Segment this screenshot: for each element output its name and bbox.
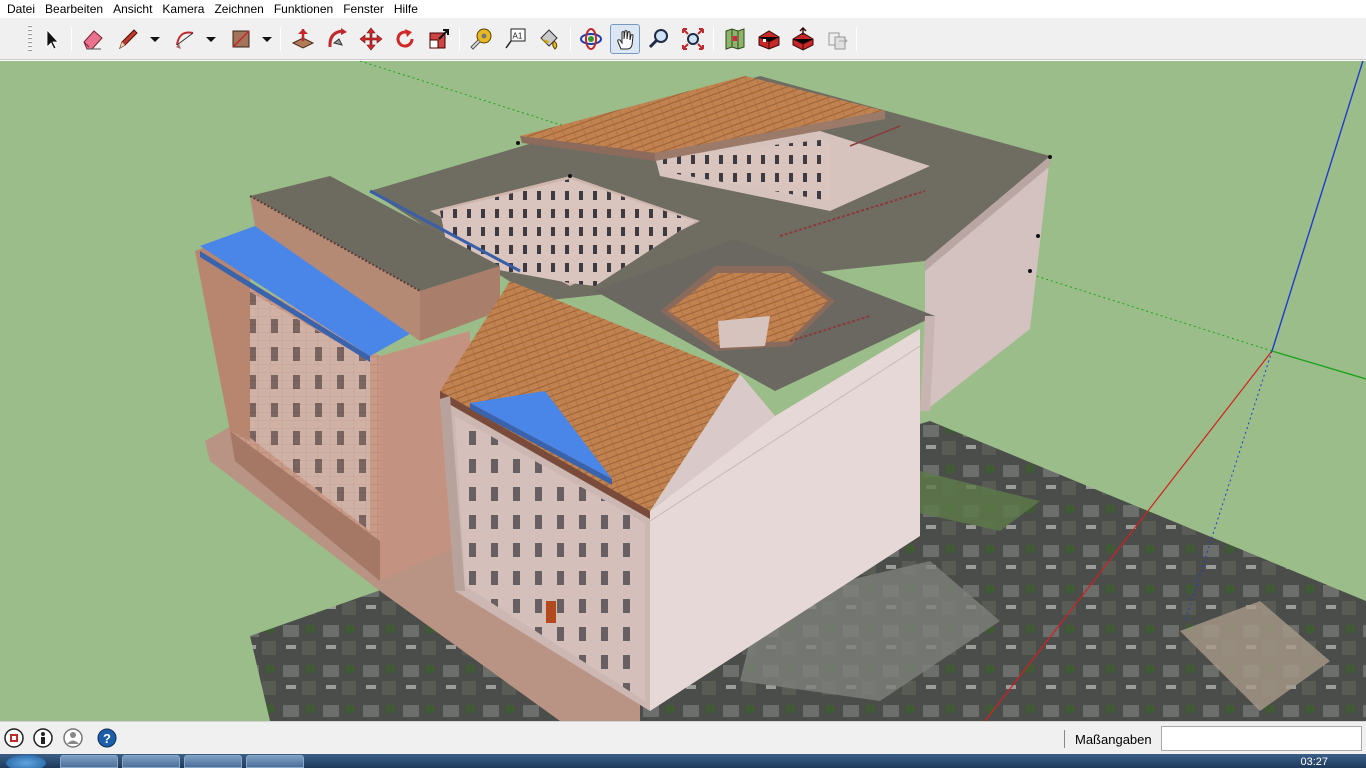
pencil-dropdown-arrow[interactable] xyxy=(148,31,162,47)
credits-status-icon[interactable] xyxy=(32,727,54,749)
toolbar-separator xyxy=(71,27,72,51)
menu-bar: Datei Bearbeiten Ansicht Kamera Zeichnen Funk… xyxy=(0,0,1366,18)
tape-measure-icon xyxy=(470,28,492,50)
magnifier-icon xyxy=(648,29,668,49)
taskbar-clock: 03:27 xyxy=(1300,756,1328,768)
orbit-icon xyxy=(580,28,602,50)
rectangle-dropdown-arrow[interactable] xyxy=(260,31,274,47)
arrow-cursor-icon xyxy=(46,28,59,50)
menu-item-ansicht[interactable]: Ansicht xyxy=(108,1,157,17)
zoom-extents-icon xyxy=(682,28,704,50)
push-pull-tool-button[interactable] xyxy=(288,24,318,54)
tape-measure-tool-button[interactable] xyxy=(466,24,496,54)
vertex-marker xyxy=(568,174,572,178)
move-icon xyxy=(359,27,383,51)
taskbar-explorer[interactable] xyxy=(122,755,180,768)
rotate-tool-button[interactable] xyxy=(390,24,420,54)
chevron-down-icon xyxy=(150,37,160,42)
menu-item-zeichnen[interactable]: Zeichnen xyxy=(209,1,268,17)
pan-tool-button[interactable] xyxy=(610,24,640,54)
toolbar-separator xyxy=(459,27,460,51)
eraser-icon xyxy=(83,30,103,50)
orbit-tool-button[interactable] xyxy=(576,24,606,54)
pencil-tool-button[interactable] xyxy=(113,24,143,54)
paint-bucket-tool-button[interactable] xyxy=(534,24,564,54)
scale-tool-button[interactable] xyxy=(424,24,454,54)
toolbar-separator xyxy=(570,27,571,51)
vertex-marker xyxy=(1048,155,1052,159)
start-button[interactable] xyxy=(6,755,46,768)
measurements-label: Maßangaben xyxy=(1075,732,1152,747)
help-status-icon[interactable]: ? xyxy=(96,727,118,749)
chevron-down-icon xyxy=(206,37,216,42)
location-tool-button[interactable] xyxy=(720,24,750,54)
pencil-icon xyxy=(119,29,138,50)
move-tool-button[interactable] xyxy=(356,24,386,54)
menu-item-hilfe[interactable]: Hilfe xyxy=(389,1,423,17)
svg-text:?: ? xyxy=(103,731,111,746)
arc-icon xyxy=(176,31,194,49)
zoom-extents-tool-button[interactable] xyxy=(678,24,708,54)
scale-icon xyxy=(429,29,449,49)
hand-icon xyxy=(617,30,634,50)
taskbar-app[interactable] xyxy=(246,755,304,768)
menu-item-funktionen[interactable]: Funktionen xyxy=(269,1,338,17)
toolbar-separator xyxy=(713,27,714,51)
scene-canvas xyxy=(0,61,1366,721)
menu-item-datei[interactable]: Datei xyxy=(2,1,40,17)
windows-taskbar: 03:27 xyxy=(0,754,1366,768)
rectangle-tool-button[interactable] xyxy=(226,24,256,54)
arc-dropdown-arrow[interactable] xyxy=(204,31,218,47)
rectangle-icon xyxy=(232,30,250,48)
paint-bucket-icon xyxy=(540,29,558,50)
chevron-down-icon xyxy=(262,37,272,42)
warehouse-tool-button[interactable] xyxy=(754,24,784,54)
user-icon xyxy=(63,728,83,748)
geo-pin-icon xyxy=(4,728,24,748)
map-location-icon xyxy=(725,28,745,50)
warehouse-icon xyxy=(758,30,780,50)
account-status-icon[interactable] xyxy=(62,727,84,749)
text-tool-glyph: A1 xyxy=(513,32,523,41)
toolbar-separator xyxy=(280,27,281,51)
arc-tool-button[interactable] xyxy=(170,24,200,54)
follow-me-tool-button[interactable] xyxy=(322,24,352,54)
front-door xyxy=(546,601,556,623)
menu-item-fenster[interactable]: Fenster xyxy=(338,1,389,17)
vertex-marker xyxy=(516,141,520,145)
select-tool-button[interactable] xyxy=(36,24,66,54)
share-model-icon xyxy=(792,27,814,51)
measurements-input[interactable] xyxy=(1161,726,1362,751)
geolocation-status-icon[interactable] xyxy=(3,727,25,749)
text-icon: A1 xyxy=(505,28,526,49)
taskbar-sketchup[interactable] xyxy=(184,755,242,768)
eraser-tool-button[interactable] xyxy=(78,24,108,54)
help-icon: ? xyxy=(97,728,117,748)
info-person-icon xyxy=(33,728,53,748)
menu-item-bearbeiten[interactable]: Bearbeiten xyxy=(40,1,108,17)
text-tool-button[interactable]: A1 xyxy=(500,24,530,54)
vertex-marker xyxy=(1036,234,1040,238)
vertex-marker xyxy=(1028,269,1032,273)
toolbar-grip[interactable] xyxy=(28,25,32,53)
rotate-icon xyxy=(396,29,414,48)
main-toolbar: A1 xyxy=(0,18,1366,60)
status-separator xyxy=(1064,730,1065,748)
status-bar: ? Maßangaben xyxy=(0,721,1366,754)
zoom-tool-button[interactable] xyxy=(644,24,674,54)
light-well-interior xyxy=(718,316,770,348)
share-model-tool-button[interactable] xyxy=(788,24,818,54)
push-pull-icon xyxy=(291,29,315,49)
menu-item-kamera[interactable]: Kamera xyxy=(157,1,209,17)
extension-icon xyxy=(828,32,848,50)
extension-tool-button[interactable] xyxy=(822,24,852,54)
follow-me-icon xyxy=(328,28,347,48)
model-viewport[interactable] xyxy=(0,61,1366,721)
toolbar-separator xyxy=(856,27,857,51)
taskbar-ie[interactable] xyxy=(60,755,118,768)
